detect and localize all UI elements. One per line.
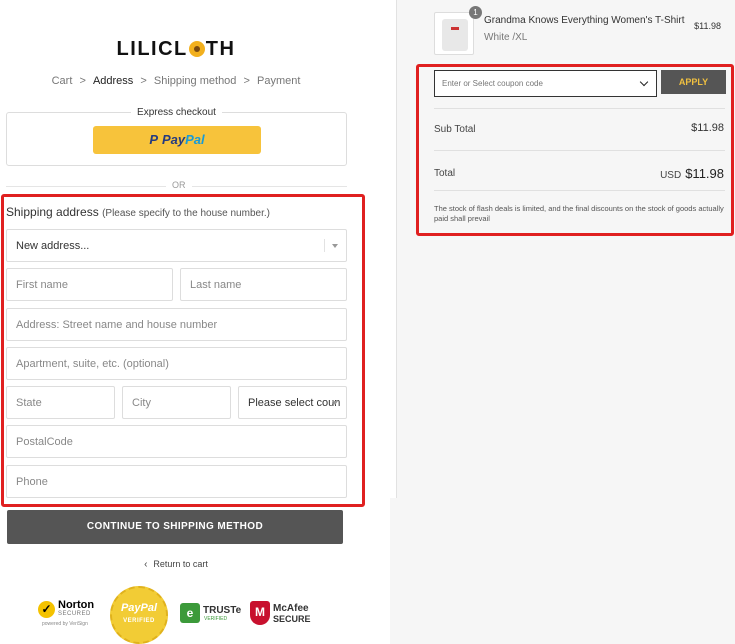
truste-icon: e bbox=[180, 603, 200, 623]
check-icon: ✓ bbox=[38, 601, 55, 618]
last-name-input[interactable]: Last name bbox=[180, 268, 347, 301]
breadcrumb-separator: > bbox=[79, 75, 86, 87]
breadcrumb-address: Address bbox=[92, 75, 134, 87]
express-checkout-title: Express checkout bbox=[131, 107, 222, 118]
postal-code-input[interactable]: PostalCode bbox=[6, 425, 347, 458]
caret-down-icon bbox=[332, 243, 338, 248]
shipping-address-title: Shipping address (Please specify to the … bbox=[6, 205, 270, 219]
product-thumbnail bbox=[434, 12, 474, 55]
flash-deal-notice: The stock of flash deals is limited, and… bbox=[434, 204, 724, 223]
summary-background bbox=[390, 498, 735, 644]
breadcrumb-separator: > bbox=[243, 75, 250, 87]
divider bbox=[434, 108, 725, 109]
currency-code: USD bbox=[660, 170, 682, 181]
mcafee-badge: M McAfee SECURE bbox=[250, 601, 320, 627]
continue-to-shipping-button[interactable]: CONTINUE TO SHIPPING METHOD bbox=[7, 510, 343, 544]
truste-badge: e TRUSTe VERIFIED bbox=[180, 603, 242, 625]
breadcrumb-separator: > bbox=[140, 75, 147, 87]
total-label: Total bbox=[434, 168, 456, 179]
chevron-left-icon: ‹ bbox=[144, 559, 148, 570]
breadcrumb-payment: Payment bbox=[256, 75, 301, 87]
paypal-verified-badge: PayPal VERIFIED bbox=[110, 586, 168, 644]
phone-input[interactable]: Phone bbox=[6, 465, 347, 498]
or-divider: OR bbox=[6, 180, 347, 192]
divider bbox=[434, 150, 725, 151]
breadcrumb: Cart > Address > Shipping method > Payme… bbox=[0, 75, 352, 87]
total-value: USD $11.98 bbox=[660, 166, 724, 181]
norton-badge: ✓ Norton SECURED powered by VeriSign bbox=[38, 599, 98, 629]
quantity-badge: 1 bbox=[469, 6, 482, 19]
subtotal-label: Sub Total bbox=[434, 124, 476, 135]
paypal-button[interactable]: P PayPal bbox=[93, 126, 261, 154]
apartment-input[interactable]: Apartment, suite, etc. (optional) bbox=[6, 347, 347, 380]
product-price: $11.98 bbox=[694, 21, 721, 31]
return-to-cart-link[interactable]: ‹ Return to cart bbox=[0, 559, 352, 570]
tshirt-icon bbox=[442, 19, 468, 51]
city-input[interactable]: City bbox=[122, 386, 231, 419]
coupon-select[interactable]: Enter or Select coupon code bbox=[434, 70, 657, 97]
shipping-address-note: (Please specify to the house number.) bbox=[102, 208, 270, 219]
first-name-input[interactable]: First name bbox=[6, 268, 173, 301]
apply-coupon-button[interactable]: APPLY bbox=[661, 70, 726, 94]
express-checkout: Express checkout P PayPal bbox=[6, 107, 347, 166]
subtotal-value: $11.98 bbox=[691, 122, 724, 134]
paypal-icon: P bbox=[149, 132, 158, 147]
breadcrumb-cart[interactable]: Cart bbox=[52, 75, 73, 87]
address-input[interactable]: Address: Street name and house number bbox=[6, 308, 347, 341]
divider bbox=[434, 190, 725, 191]
brand-logo[interactable]: LILICL TH bbox=[0, 38, 352, 61]
state-input[interactable]: State bbox=[6, 386, 115, 419]
chevron-down-icon bbox=[639, 77, 649, 87]
address-select[interactable]: New address... bbox=[6, 229, 347, 262]
mcafee-shield-icon: M bbox=[250, 601, 270, 625]
product-name: Grandma Knows Everything Women's T-Shirt bbox=[484, 15, 685, 26]
sunflower-icon bbox=[188, 41, 205, 57]
breadcrumb-shipping-method: Shipping method bbox=[153, 75, 237, 87]
trust-badges: ✓ Norton SECURED powered by VeriSign Pay… bbox=[38, 586, 320, 644]
product-variant: White /XL bbox=[484, 32, 528, 43]
caret-down-icon bbox=[332, 400, 338, 405]
country-select[interactable]: Please select coun bbox=[238, 386, 347, 419]
